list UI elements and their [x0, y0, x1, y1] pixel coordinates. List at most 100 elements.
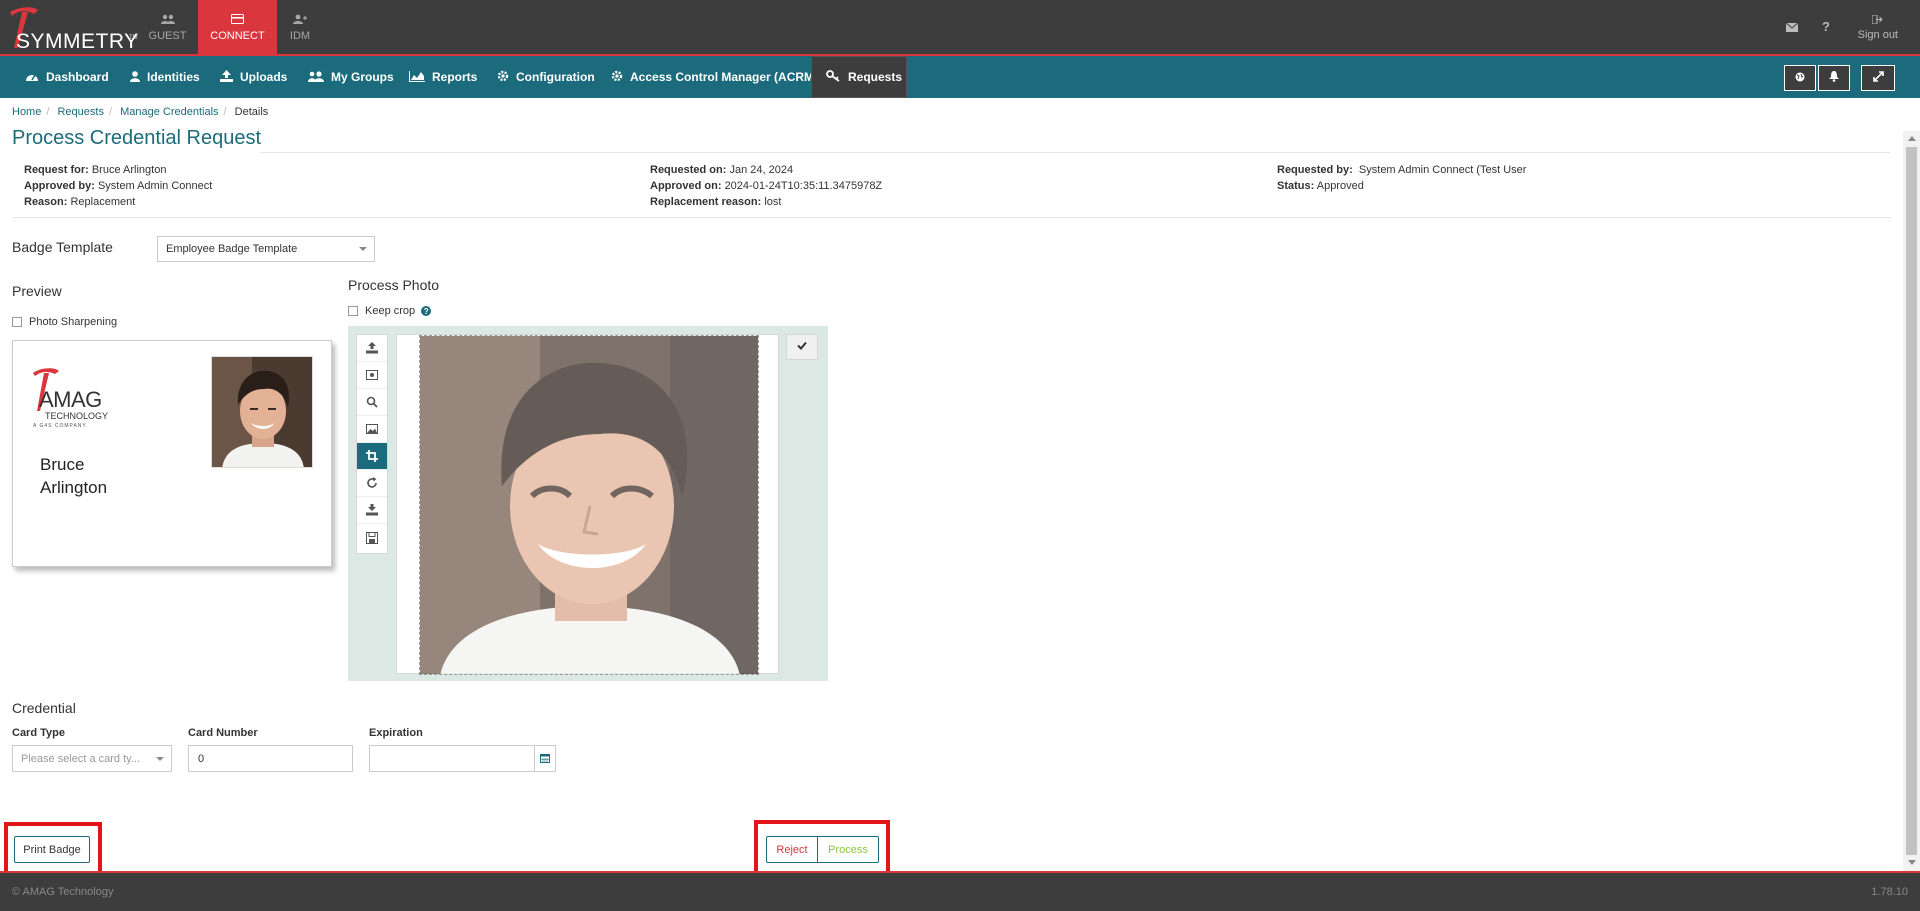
photo-sharpening-label: Photo Sharpening [29, 316, 118, 328]
scroll-up-icon[interactable] [1908, 136, 1916, 141]
request-for-row: Request for: Bruce Arlington [24, 164, 167, 176]
sign-out-label: Sign out [1857, 29, 1898, 41]
approved-on-value: 2024-01-24T10:35:11.3475978Z [724, 180, 883, 192]
notifications-button[interactable] [1818, 65, 1850, 91]
card-type-select[interactable]: Please select a card ty... [12, 745, 172, 772]
breadcrumb-manage-credentials[interactable]: Manage Credentials [120, 106, 218, 118]
badge-preview-card: AMAG TECHNOLOGY A G4S COMPANY Bruce Arli… [12, 340, 332, 567]
confirm-crop-button[interactable] [786, 334, 818, 360]
process-photo-label: Process Photo [348, 277, 440, 293]
portrait-image [420, 336, 758, 674]
zoom-tool[interactable] [357, 389, 387, 416]
scrollbar-thumb[interactable] [1906, 147, 1917, 855]
crop-tool[interactable] [357, 443, 387, 470]
user-icon [130, 70, 140, 85]
nav-my-groups[interactable]: My Groups [308, 56, 394, 98]
breadcrumb-current: Details [234, 106, 269, 118]
replacement-reason-row: Replacement reason: lost [650, 196, 782, 208]
module-guest[interactable]: GUEST [128, 0, 207, 56]
calendar-icon [540, 752, 550, 766]
expiration-input[interactable] [369, 745, 535, 772]
sign-out-button[interactable]: Sign out [1858, 14, 1898, 42]
print-badge-button[interactable]: Print Badge [14, 836, 90, 863]
requested-on-value: Jan 24, 2024 [729, 164, 794, 176]
crop-selection[interactable] [419, 335, 759, 675]
users-icon [160, 14, 175, 27]
nav-configuration[interactable]: Configuration [497, 56, 595, 98]
module-label: IDM [289, 30, 311, 42]
module-idm[interactable]: IDM [261, 0, 339, 56]
portrait-image [212, 357, 312, 467]
info-divider [12, 217, 1892, 218]
card-number-value: 0 [198, 752, 205, 765]
symmetry-logo[interactable]: SYMMETRY TM [6, 4, 138, 53]
request-for-value: Bruce Arlington [91, 164, 167, 176]
amag-logo-subtitle: A G4S COMPANY [33, 423, 87, 429]
card-number-label: Card Number [188, 727, 258, 739]
expand-icon [1872, 71, 1884, 85]
image-tool[interactable] [357, 416, 387, 443]
card-icon [231, 14, 244, 27]
checkmark-icon [797, 341, 807, 353]
badge-photo [211, 356, 313, 468]
mail-icon[interactable] [1785, 20, 1799, 35]
requested-on-row: Requested on: Jan 24, 2024 [650, 164, 794, 176]
keep-crop-option: Keep crop ? [348, 305, 432, 317]
key-icon [826, 69, 841, 85]
requested-by-row: Requested by: System Admin Connect (Test… [1277, 164, 1527, 176]
badge-template-select[interactable]: Employee Badge Template [157, 236, 375, 262]
breadcrumb-requests[interactable]: Requests [57, 106, 103, 118]
logo-text: SYMMETRY [16, 30, 139, 53]
credential-section-label: Credential [12, 700, 76, 716]
badge-holder-name: Bruce Arlington [40, 455, 108, 497]
help-icon[interactable]: ? [421, 306, 432, 316]
photo-sharpening-checkbox[interactable] [12, 317, 22, 327]
gear-icon [497, 70, 509, 85]
image-icon [366, 424, 378, 434]
nav-acrm[interactable]: Access Control Manager (ACRM) [611, 56, 818, 98]
nav-uploads[interactable]: Uploads [220, 56, 287, 98]
breadcrumb-home[interactable]: Home [12, 106, 41, 118]
scroll-down-icon[interactable] [1908, 860, 1916, 865]
amag-logo-text: AMAG [39, 387, 102, 412]
amag-logo: AMAG TECHNOLOGY A G4S COMPANY [31, 367, 111, 431]
nav-requests[interactable]: Requests [811, 56, 907, 98]
amag-logo-technology: TECHNOLOGY [45, 411, 109, 421]
page-scrollbar[interactable] [1903, 131, 1920, 871]
card-number-input[interactable]: 0 [188, 745, 353, 772]
save-icon [366, 531, 378, 544]
photo-canvas[interactable] [396, 334, 779, 675]
title-divider [260, 152, 1890, 153]
main-nav: Dashboard Identities Uploads My Groups R… [0, 56, 1920, 98]
footer: © AMAG Technology 1.78.10 [0, 871, 1920, 911]
upload-photo-tool[interactable] [357, 335, 387, 362]
page-title: Process Credential Request [12, 127, 262, 149]
nav-reports[interactable]: Reports [409, 56, 477, 98]
nav-dashboard[interactable]: Dashboard [25, 56, 109, 98]
breadcrumb: Home / Requests / Manage Credentials / Deta… [12, 106, 269, 118]
user-plus-icon [293, 14, 307, 27]
module-label: CONNECT [210, 30, 265, 42]
preview-label: Preview [12, 283, 62, 299]
top-bar: SYMMETRY TM GUEST CONNECT IDM ? Sign out [0, 0, 1920, 56]
keep-crop-checkbox[interactable] [348, 306, 358, 316]
dashboard-icon [25, 70, 39, 85]
download-tool[interactable] [357, 497, 387, 524]
module-label: GUEST [148, 30, 187, 42]
rotate-tool[interactable] [357, 470, 387, 497]
card-type-placeholder: Please select a card ty... [21, 752, 141, 765]
save-tool[interactable] [357, 524, 387, 551]
status-row: Status: Approved [1277, 180, 1364, 192]
request-info-middle: Requested on: Jan 24, 2024 Approved on: … [650, 162, 882, 210]
approved-by-value: System Admin Connect [97, 180, 213, 192]
date-picker-button[interactable] [534, 745, 556, 772]
globe-button[interactable] [1784, 65, 1816, 91]
reject-button[interactable]: Reject [766, 836, 818, 863]
help-icon[interactable]: ? [1822, 19, 1830, 34]
process-button[interactable]: Process [817, 836, 879, 863]
upload-icon [366, 342, 378, 354]
webcam-tool[interactable] [357, 362, 387, 389]
nav-identities[interactable]: Identities [130, 56, 200, 98]
fullscreen-button[interactable] [1861, 65, 1895, 91]
gear-icon [611, 70, 623, 85]
